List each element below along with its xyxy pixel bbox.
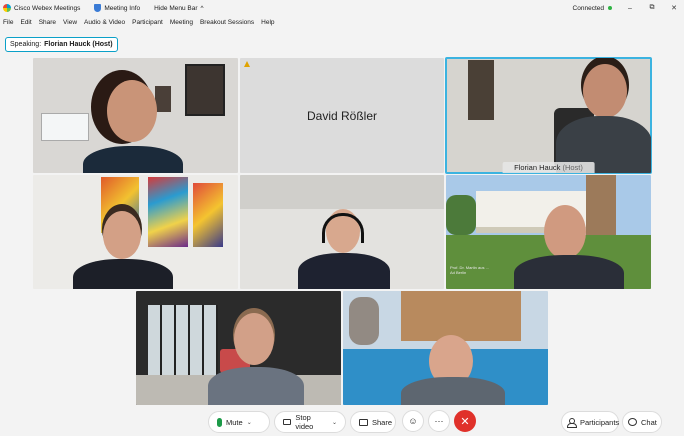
video-tile-man-outdoor[interactable]: Prof. Dr. Martin aus ... Ad Berlin [446,175,651,289]
name-plate-name: Florian Hauck [514,163,561,172]
menu-audio-video[interactable]: Audio & Video [84,19,125,26]
participant-torso [514,255,624,289]
meeting-info-button[interactable]: Meeting Info [94,4,140,12]
more-options-button[interactable]: ··· [428,410,450,432]
stop-video-button[interactable]: Stop video ⌄ [275,412,345,432]
share-control: Share [350,411,396,433]
chevron-up-icon: ^ [200,4,204,12]
mute-button[interactable]: Mute ⌄ [209,412,260,432]
glass-wall [148,305,218,375]
app-title: Cisco Webex Meetings [3,4,80,12]
participants-icon [567,418,577,428]
stone-wall [586,175,616,237]
name-plate-role: (Host) [562,163,583,172]
shield-icon [94,4,102,12]
menu-share[interactable]: Share [39,19,56,26]
connection-status: Connected [573,5,612,12]
participant-face [103,211,141,259]
share-label: Share [372,417,393,427]
minimize-button[interactable]: – [626,5,634,12]
menu-breakout-sessions[interactable]: Breakout Sessions [200,19,254,26]
hide-menu-bar-button[interactable]: Hide Menu Bar ^ [154,5,203,12]
chat-label: Chat [641,417,657,427]
dark-wall-object [468,60,494,120]
share-button[interactable]: Share [351,412,400,432]
speaking-name: Florian Hauck (Host) [44,41,113,48]
menu-bar: File Edit Share View Audio & Video Parti… [0,16,275,29]
artwork-3 [193,183,223,247]
chat-icon [628,418,637,426]
participants-button[interactable]: Participants [562,412,624,432]
participant-face [107,80,157,142]
participant-face [583,64,627,118]
webex-logo-icon [3,4,11,12]
microphone-icon [217,417,222,427]
participant-name-david: David Rößler [306,108,378,123]
video-tile-man-glasshouse[interactable] [136,291,341,405]
wall-picture-small [155,86,171,112]
leave-meeting-button[interactable]: ✕ [454,410,476,432]
participant-face [234,313,274,365]
wall-panel [240,175,444,209]
virtual-background-label: Prof. Dr. Martin aus ... Ad Berlin [450,265,489,275]
bare-tree [349,297,379,345]
menu-file[interactable]: File [3,19,13,26]
reactions-button[interactable]: ☺ [402,410,424,432]
chevron-down-icon[interactable]: ⌄ [332,419,337,426]
artwork-2 [148,177,188,247]
video-control: Stop video ⌄ [274,411,346,433]
participant-face [544,205,586,259]
trees [446,195,476,235]
headset [322,213,364,243]
connection-status-text: Connected [572,4,604,12]
hide-menu-bar-label: Hide Menu Bar [154,4,198,12]
mute-control: Mute ⌄ [208,411,270,433]
menu-help[interactable]: Help [261,19,274,26]
participant-torso [401,377,505,405]
close-window-button[interactable]: ✕ [670,4,678,12]
menu-edit[interactable]: Edit [20,19,31,26]
speaking-label: Speaking: [10,41,42,48]
window-image [41,113,89,141]
chevron-down-icon[interactable]: ⌄ [247,419,252,426]
participant-torso [298,253,390,289]
video-tile-man-headset[interactable] [240,175,444,289]
video-tile-florian-host[interactable]: Florian Hauck (Host) [445,57,652,174]
title-bar: Cisco Webex Meetings Meeting Info Hide M… [0,0,684,16]
stop-video-label: Stop video [295,413,314,431]
status-dot-icon [608,5,612,10]
video-tile-man-art[interactable] [33,175,238,289]
name-plate-florian: Florian Hauck (Host) [502,162,595,173]
warning-icon [244,61,250,67]
video-tile-woman[interactable] [33,58,238,173]
overlay-line-2: Ad Berlin [450,270,467,275]
menu-meeting[interactable]: Meeting [170,19,193,26]
menu-participant[interactable]: Participant [132,19,163,26]
mute-label: Mute [226,417,243,427]
participant-torso [208,367,304,405]
stone-building [401,291,521,341]
participant-torso [73,259,173,289]
wall-picture [185,64,225,116]
menu-view[interactable]: View [63,19,77,26]
chat-button[interactable]: Chat [623,412,662,432]
chat-control: Chat [622,411,662,433]
share-screen-icon [359,418,368,426]
participants-label: Participants [580,417,620,427]
participant-torso [83,146,183,173]
video-tile-man-pool[interactable] [343,291,548,405]
app-title-text: Cisco Webex Meetings [14,4,81,12]
restore-button[interactable]: ⧉ [648,4,656,12]
video-tile-david[interactable]: David Rößler [240,58,444,173]
participants-control: Participants [561,411,619,433]
active-speaker-indicator: Speaking: Florian Hauck (Host) [5,37,118,52]
meeting-info-label: Meeting Info [104,4,141,12]
camera-icon [283,419,292,425]
